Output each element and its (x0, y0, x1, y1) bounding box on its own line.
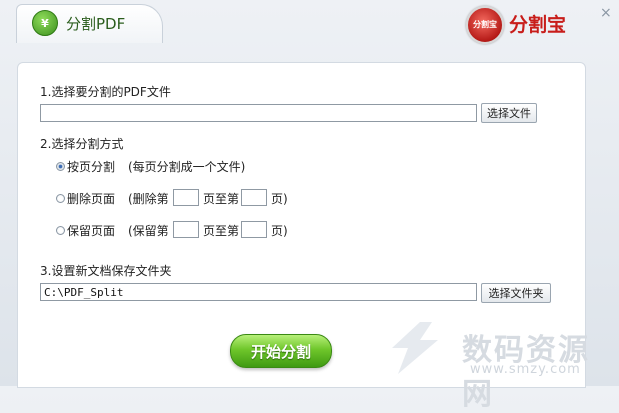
start-split-button[interactable]: 开始分割 (230, 334, 332, 368)
keep-pages-suffix: 页) (271, 224, 288, 238)
pdf-file-input[interactable] (40, 104, 477, 122)
delete-start-page-input[interactable] (173, 189, 199, 206)
keep-start-page-input[interactable] (173, 221, 199, 238)
section2-label: 2.选择分割方式 (40, 137, 124, 151)
delete-pages-radio[interactable] (56, 194, 65, 203)
delete-pages-from-text: (删除第 (128, 192, 169, 206)
delete-pages-suffix: 页) (271, 192, 288, 206)
app-window: ¥ 分割PDF 分割宝 分割宝 × 1.选择要分割的PDF文件 选择文件 2.选… (0, 0, 619, 412)
section3-label: 3.设置新文档保存文件夹 (40, 264, 172, 278)
delete-pages-to-text: 页至第 (203, 192, 240, 206)
select-file-button[interactable]: 选择文件 (481, 103, 537, 123)
delete-pages-label[interactable]: 删除页面 (67, 190, 115, 207)
split-by-page-label[interactable]: 按页分割 (67, 158, 115, 175)
keep-pages-radio[interactable] (56, 226, 65, 235)
app-logo-icon: ¥ (32, 10, 58, 36)
keep-end-page-input[interactable] (241, 221, 267, 238)
output-folder-input[interactable]: C:\PDF_Split (40, 283, 477, 301)
split-by-page-radio[interactable] (56, 162, 65, 171)
keep-pages-from-text: (保留第 (128, 224, 169, 238)
watermark-logo-icon (392, 322, 438, 374)
select-folder-button[interactable]: 选择文件夹 (481, 283, 551, 303)
watermark-url: www.smzy.com (470, 362, 581, 377)
brand-seal-icon: 分割宝 (466, 6, 504, 44)
section1-label: 1.选择要分割的PDF文件 (40, 85, 171, 99)
brand-name: 分割宝 (509, 14, 567, 36)
close-icon[interactable]: × (600, 5, 612, 21)
tab-title[interactable]: 分割PDF (66, 13, 125, 34)
keep-pages-label[interactable]: 保留页面 (67, 222, 115, 239)
delete-end-page-input[interactable] (241, 189, 267, 206)
split-by-page-desc: (每页分割成一个文件) (128, 160, 246, 174)
keep-pages-to-text: 页至第 (203, 224, 240, 238)
